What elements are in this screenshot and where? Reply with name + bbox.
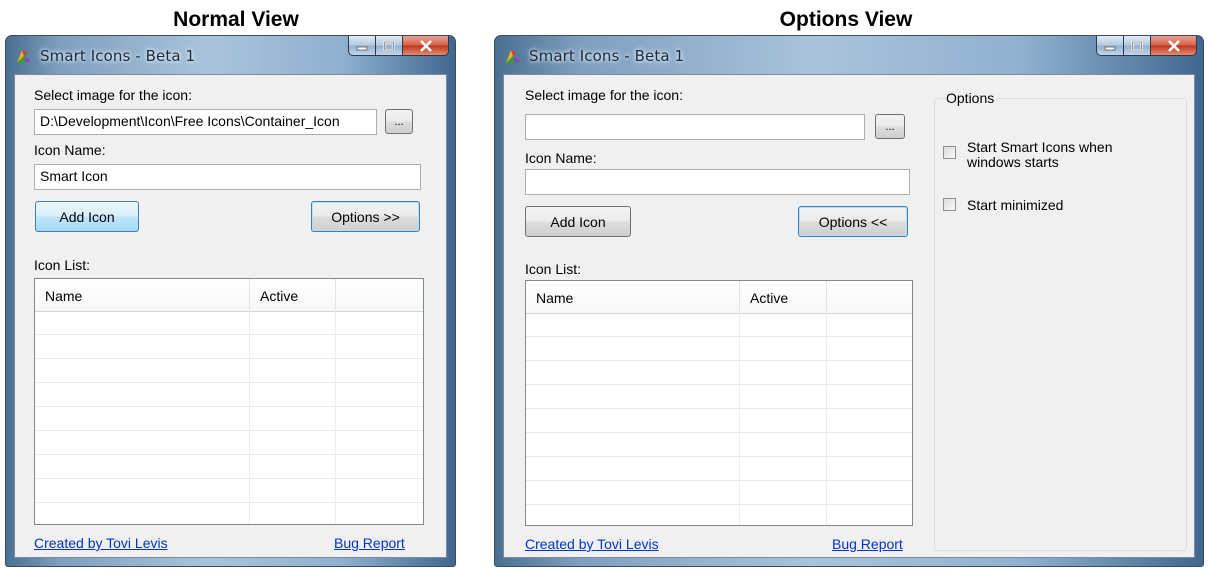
- options-groupbox: Options Start Smart Icons when windows s…: [934, 90, 1187, 551]
- column-divider: [739, 313, 740, 525]
- close-icon: [419, 39, 432, 52]
- list-row: [35, 311, 423, 335]
- list-row: [526, 337, 912, 361]
- start-with-windows-label-line1: Start Smart Icons when: [967, 139, 1113, 155]
- column-header-blank[interactable]: [336, 279, 423, 311]
- column-header-active[interactable]: Active: [250, 279, 336, 311]
- start-minimized-label: Start minimized: [967, 197, 1064, 213]
- window-client-area: Select image for the icon: ... Icon Name…: [503, 74, 1195, 558]
- title-bar[interactable]: Smart Icons - Beta 1: [6, 36, 455, 74]
- icon-list-label: Icon List:: [525, 261, 582, 277]
- image-path-input[interactable]: [525, 114, 865, 140]
- list-row: [35, 479, 423, 503]
- start-with-windows-checkbox[interactable]: [943, 146, 956, 159]
- select-image-label: Select image for the icon:: [525, 87, 683, 103]
- minimize-button[interactable]: [1096, 36, 1124, 56]
- add-icon-button[interactable]: Add Icon: [525, 206, 631, 237]
- options-view-caption: Options View: [779, 8, 913, 31]
- list-row: [35, 383, 423, 407]
- list-row: [35, 431, 423, 455]
- select-image-label: Select image for the icon:: [34, 87, 192, 103]
- image-path-input[interactable]: D:\Development\Icon\Free Icons\Container…: [34, 109, 377, 135]
- options-toggle-button[interactable]: Options >>: [311, 201, 420, 232]
- icon-list-label: Icon List:: [34, 257, 91, 273]
- minimize-icon: [1104, 46, 1116, 50]
- start-with-windows-label-line2: windows starts: [967, 154, 1059, 170]
- icon-list-view[interactable]: Name Active: [34, 278, 424, 525]
- list-row: [526, 505, 912, 525]
- minimize-button[interactable]: [348, 36, 376, 56]
- list-row: [35, 455, 423, 479]
- list-row: [526, 361, 912, 385]
- list-row: [526, 313, 912, 337]
- list-header: Name Active: [35, 279, 423, 312]
- icon-name-label: Icon Name:: [34, 142, 106, 158]
- window-controls: [348, 36, 449, 58]
- list-row: [526, 409, 912, 433]
- browse-button[interactable]: ...: [385, 109, 413, 134]
- list-row: [35, 335, 423, 359]
- normal-view-window: Smart Icons - Beta 1 Select image for th…: [5, 35, 456, 567]
- close-icon: [1167, 39, 1180, 52]
- browse-button[interactable]: ...: [875, 114, 905, 139]
- list-row: [35, 407, 423, 431]
- icon-list-view[interactable]: Name Active: [525, 280, 913, 526]
- window-controls: [1096, 36, 1197, 58]
- list-row: [35, 359, 423, 383]
- minimize-icon: [356, 46, 368, 50]
- window-client-area: Select image for the icon: D:\Developmen…: [14, 74, 447, 558]
- title-bar[interactable]: Smart Icons - Beta 1: [495, 36, 1203, 74]
- maximize-button[interactable]: [1124, 36, 1151, 56]
- app-icon: [506, 50, 520, 63]
- column-divider: [249, 311, 250, 524]
- options-group-title: Options: [943, 90, 998, 106]
- column-header-blank[interactable]: [827, 281, 912, 313]
- created-by-link[interactable]: Created by Tovi Levis: [34, 535, 168, 551]
- icon-name-input[interactable]: [525, 169, 910, 195]
- column-header-name[interactable]: Name: [35, 279, 250, 311]
- column-header-active[interactable]: Active: [740, 281, 827, 313]
- maximize-icon: [1131, 40, 1143, 51]
- column-divider: [335, 311, 336, 524]
- window-title: Smart Icons - Beta 1: [40, 47, 196, 65]
- options-view-window: Smart Icons - Beta 1 Select image for th…: [494, 35, 1204, 567]
- bug-report-link[interactable]: Bug Report: [832, 536, 903, 552]
- list-header: Name Active: [526, 281, 912, 314]
- column-divider: [826, 313, 827, 525]
- window-title: Smart Icons - Beta 1: [529, 47, 685, 65]
- column-header-name[interactable]: Name: [526, 281, 740, 313]
- icon-name-label: Icon Name:: [525, 150, 597, 166]
- list-row: [526, 457, 912, 481]
- list-row: [526, 385, 912, 409]
- icon-name-input[interactable]: Smart Icon: [34, 164, 421, 190]
- close-button[interactable]: [403, 36, 449, 56]
- normal-view-caption: Normal View: [173, 8, 299, 31]
- maximize-button[interactable]: [376, 36, 403, 56]
- bug-report-link[interactable]: Bug Report: [334, 535, 405, 551]
- list-row: [526, 433, 912, 457]
- close-button[interactable]: [1151, 36, 1197, 56]
- maximize-icon: [383, 40, 395, 51]
- list-row: [526, 481, 912, 505]
- start-minimized-checkbox[interactable]: [943, 198, 956, 211]
- app-icon: [17, 50, 31, 63]
- add-icon-button[interactable]: Add Icon: [35, 201, 139, 232]
- options-toggle-button[interactable]: Options <<: [798, 206, 908, 237]
- list-row: [35, 503, 423, 524]
- created-by-link[interactable]: Created by Tovi Levis: [525, 536, 659, 552]
